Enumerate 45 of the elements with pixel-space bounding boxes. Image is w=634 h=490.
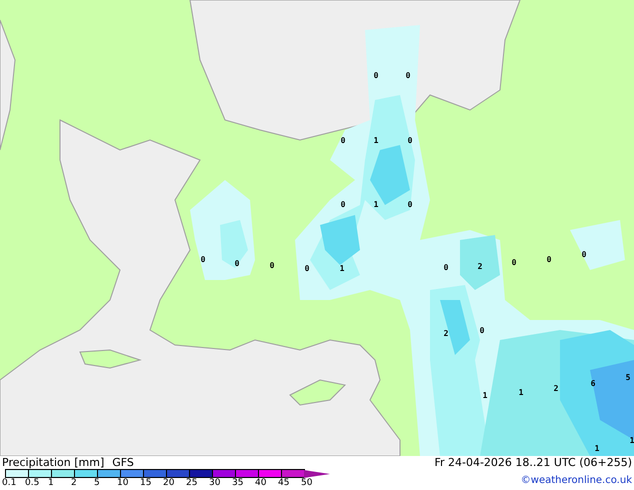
model-name: GFS [112,456,134,469]
scale-label: 50 [301,478,314,488]
scale-label: 0.1 [2,478,18,488]
scale-label: 10 [117,478,130,488]
precipitation-value: 0 [408,136,412,145]
scale-label: 5 [94,478,101,488]
precipitation-value: 0 [270,261,274,270]
precipitation-value: 0 [582,250,586,259]
scale-label: 40 [255,478,268,488]
valid-time: Fr 24-04-2026 18..21 UTC (06+255) [434,456,632,469]
precipitation-value: 0 [340,200,346,209]
scale-label: 25 [186,478,198,488]
scale-label: 45 [278,478,290,488]
precipitation-value: 1 [518,388,524,397]
scale-label: 0.5 [25,478,40,488]
scale-label: 1 [48,478,55,488]
precipitation-value: 0 [546,255,552,264]
precipitation-value: 0 [200,255,206,264]
precipitation-value: 2 [554,384,558,393]
precipitation-value: 0 [512,258,516,267]
scale-label: 15 [140,478,152,488]
precipitation-value: 5 [626,373,630,382]
precipitation-value: 6 [590,379,596,388]
precipitation-value: 1 [594,444,600,453]
precipitation-value: 1 [374,136,378,145]
precipitation-value: 0 [374,71,378,80]
precipitation-value: 0 [444,263,448,272]
precipitation-value: 0 [304,264,310,273]
precipitation-value: 1 [630,436,634,445]
precipitation-value: 0 [340,136,346,145]
scale-label: 30 [209,478,222,488]
precipitation-value: 0 [408,200,412,209]
precipitation-value: 2 [444,329,448,338]
credit-link[interactable]: ©weatheronline.co.uk [520,475,632,486]
precipitation-value: 0 [406,71,410,80]
scale-label: 35 [232,478,244,488]
precipitation-value: 0 [234,259,240,268]
precipitation-value: 1 [374,200,378,209]
precipitation-value: 1 [482,391,488,400]
precipitation-value: 2 [478,262,482,271]
precipitation-value: 0 [480,326,484,335]
scale-label: 2 [71,478,78,488]
legend-title: Precipitation [mm] [2,456,104,469]
precipitation-value: 1 [340,264,344,273]
scale-label: 20 [163,478,176,488]
